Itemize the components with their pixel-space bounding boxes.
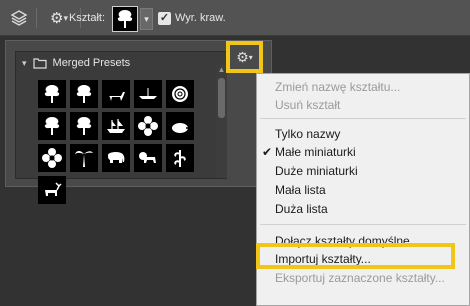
- chevron-down-icon: ▾: [22, 57, 27, 68]
- shape-thumbnail[interactable]: [70, 112, 98, 140]
- hedgehog-icon: [172, 123, 188, 133]
- menu-separator: [260, 118, 466, 119]
- chevron-down-icon: ▾: [144, 13, 149, 24]
- group-title: Merged Presets: [52, 57, 131, 69]
- check-icon: ✔: [262, 145, 273, 159]
- shape-thumbnail[interactable]: [166, 112, 194, 140]
- menu-item-delete[interactable]: Usuń kształt: [275, 98, 340, 112]
- panel-settings-menu: Zmień nazwę kształtu... Usuń kształt Tyl…: [256, 73, 470, 306]
- boat-icon: [139, 88, 157, 99]
- shape-picker-dropdown[interactable]: ▾: [140, 8, 153, 30]
- plant-icon: [174, 150, 186, 167]
- folder-icon: [32, 57, 47, 69]
- shape-grid: [38, 80, 194, 204]
- shape-thumbnail[interactable]: [70, 80, 98, 108]
- gear-icon: ⚙: [236, 48, 249, 65]
- tree-icon: [44, 117, 60, 135]
- shape-thumbnail[interactable]: [38, 112, 66, 140]
- tree-icon: [76, 117, 92, 135]
- rose-icon: [172, 86, 188, 102]
- shape-thumbnail[interactable]: [38, 80, 66, 108]
- shape-thumbnail[interactable]: [38, 144, 66, 172]
- flower-icon: [138, 116, 158, 136]
- menu-item-rename[interactable]: Zmień nazwę kształtu...: [275, 80, 400, 94]
- shape-picker-thumbnail[interactable]: [112, 6, 138, 32]
- scrollbar-thumb[interactable]: [218, 78, 225, 118]
- moose-icon: [45, 182, 62, 196]
- menu-separator: [260, 224, 466, 225]
- panel-settings-button[interactable]: ⚙ ▾: [226, 41, 263, 73]
- tree-icon: [117, 10, 133, 28]
- deer-icon: [109, 92, 125, 101]
- palm-icon: [75, 150, 93, 167]
- options-bar: ⚙ ▾ Kształt: ▾ ✓ Wyr. kraw.: [0, 0, 470, 36]
- elephant-icon: [108, 151, 125, 163]
- app-window: ⚙ ▾ Kształt: ▾ ✓ Wyr. kraw. ▾ Merged Pres…: [0, 0, 470, 306]
- shape-label: Kształt:: [68, 12, 106, 24]
- tree-icon: [44, 85, 60, 103]
- shape-thumbnail[interactable]: [166, 80, 194, 108]
- menu-item-large-list[interactable]: Duża lista: [275, 202, 328, 216]
- lion-icon: [139, 152, 156, 163]
- shape-thumbnail[interactable]: [70, 144, 98, 172]
- shape-thumbnail[interactable]: [134, 112, 162, 140]
- ship-icon: [107, 119, 125, 133]
- preset-group: ▾ Merged Presets ▲: [15, 51, 227, 204]
- smooth-edges-checkbox[interactable]: ✓: [158, 12, 171, 25]
- shape-thumbnail[interactable]: [102, 80, 130, 108]
- shape-thumbnail[interactable]: [102, 144, 130, 172]
- shape-thumbnail[interactable]: [134, 144, 162, 172]
- divider: [36, 8, 37, 28]
- menu-item-small-list[interactable]: Mała lista: [275, 183, 326, 197]
- group-header[interactable]: ▾ Merged Presets: [22, 57, 130, 69]
- panel-scrollbar[interactable]: ▲: [216, 64, 227, 178]
- shape-thumbnail[interactable]: [166, 144, 194, 172]
- menu-item-export-selected[interactable]: Eksportuj zaznaczone kształty...: [275, 271, 445, 285]
- chevron-down-icon: ▾: [248, 52, 253, 62]
- menu-item-small-thumbnails[interactable]: Małe miniaturki: [275, 145, 356, 159]
- shape-thumbnail[interactable]: [134, 80, 162, 108]
- shape-thumbnail[interactable]: [102, 112, 130, 140]
- menu-item-names-only[interactable]: Tylko nazwy: [275, 127, 340, 141]
- smooth-edges-label: Wyr. kraw.: [175, 12, 226, 24]
- menu-item-large-thumbnails[interactable]: Duże miniaturki: [275, 164, 358, 178]
- layers-stack-icon[interactable]: [8, 8, 30, 28]
- tree-icon: [76, 85, 92, 103]
- flower-icon: [42, 148, 62, 168]
- shape-thumbnail[interactable]: [38, 176, 66, 204]
- import-highlight: [256, 243, 455, 269]
